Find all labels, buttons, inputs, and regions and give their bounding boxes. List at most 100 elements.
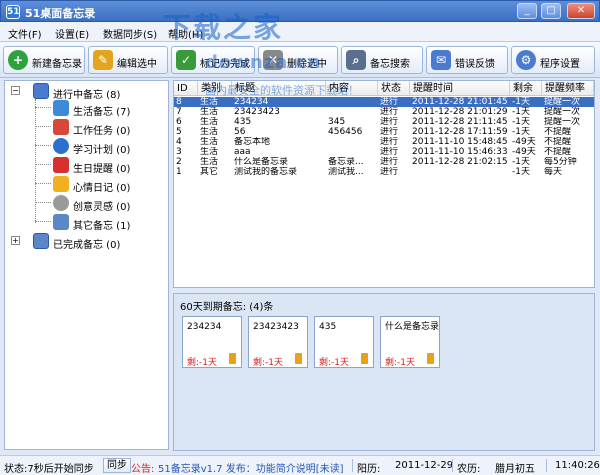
cell-left: -1天: [512, 157, 530, 167]
error-feedback-button[interactable]: ✉ 错误反馈: [426, 46, 508, 74]
cell-content: 测试我...: [328, 167, 364, 177]
cell-freq: 不提醒: [544, 127, 572, 137]
program-settings-button[interactable]: ⚙ 程序设置: [511, 46, 595, 74]
tree-item-idea[interactable]: 创意灵感 (0): [53, 195, 165, 213]
table-row[interactable]: 1 其它 测试我的备忘录 测试我... 进行 -1天 每天: [174, 167, 594, 177]
column-header-id[interactable]: ID: [174, 81, 198, 96]
table-row[interactable]: 4 生活 备忘本地 进行 2011-11-10 15:48:45 -49天 不提醒: [174, 137, 594, 147]
expand-icon[interactable]: +: [11, 236, 20, 245]
cell-left: -49天: [512, 137, 536, 147]
memo-search-button[interactable]: ⌕ 备忘搜索: [341, 46, 423, 74]
watermark-url: downza.cn: [205, 52, 322, 73]
feedback-icon: ✉: [431, 50, 451, 70]
watermark-slogan: 国内最安全的软件资源下载站！: [205, 84, 359, 97]
tree-item-work-label: 工作任务 (0): [73, 126, 131, 137]
announcement-link[interactable]: 51备忘录v1.7 发布：功能简介说明[未读]: [158, 460, 344, 475]
expiry-card-title: 435: [319, 322, 337, 332]
cell-freq: 提醒一次: [544, 107, 581, 117]
tree-item-work[interactable]: 工作任务 (0): [53, 119, 165, 137]
expiry-card[interactable]: 234234 剩:-1天: [182, 316, 242, 368]
lightning-icon: [53, 176, 69, 192]
tree-node-active-label: 进行中备忘 (8): [53, 90, 121, 101]
expiry-card[interactable]: 什么是备忘录 剩:-1天: [380, 316, 440, 368]
tree-item-birthday-label: 生日提醒 (0): [73, 164, 131, 175]
house-icon: [53, 100, 69, 116]
lunar-label: 农历:: [457, 464, 481, 475]
column-header-status[interactable]: 状态: [378, 81, 410, 96]
cell-cat: 生活: [200, 107, 219, 117]
expiry-card[interactable]: 23423423 剩:-1天: [248, 316, 308, 368]
tree-item-other-label: 其它备忘 (1): [73, 221, 131, 232]
check-icon: ✓: [176, 50, 196, 70]
cell-id: 1: [176, 167, 182, 177]
cell-cat: 其它: [200, 167, 219, 177]
cell-status: 进行: [380, 147, 399, 157]
expiry-card-remain: 剩:-1天: [253, 358, 284, 368]
edit-selected-label: 编辑选中: [117, 59, 157, 70]
minimize-button[interactable]: _: [517, 3, 537, 19]
expiry-card-remain: 剩:-1天: [187, 358, 218, 368]
tree-item-birthday[interactable]: 生日提醒 (0): [53, 157, 165, 175]
column-header-time[interactable]: 提醒时间: [410, 81, 510, 96]
expiry-card-title: 23423423: [253, 322, 299, 332]
menu-settings[interactable]: 设置(E): [55, 26, 89, 41]
tree-node-active[interactable]: − 进行中备忘 (8): [11, 83, 161, 101]
cell-cat: 生活: [200, 117, 219, 127]
expiry-card[interactable]: 435 剩:-1天: [314, 316, 374, 368]
phone-icon: [229, 353, 236, 364]
table-row[interactable]: 2 生活 什么是备忘录 备忘录... 进行 2011-12-28 21:02:15 -1天 每…: [174, 157, 594, 167]
table-row[interactable]: 8 生活 234234 进行 2011-12-28 21:01:45 -1天 提醒一次: [174, 97, 594, 107]
tree-item-life[interactable]: 生活备忘 (7): [53, 100, 165, 118]
edit-icon: ✎: [93, 50, 113, 70]
expiry-card-remain: 剩:-1天: [319, 358, 350, 368]
sync-button[interactable]: 同步: [103, 458, 131, 473]
cell-content: 345: [328, 117, 346, 127]
program-settings-label: 程序设置: [540, 59, 580, 70]
tree-node-done[interactable]: + 已完成备忘 (0): [11, 233, 161, 251]
table-row[interactable]: 6 生活 435 345 进行 2011-12-28 21:11:45 -1天 提醒一次: [174, 117, 594, 127]
tree-item-mood[interactable]: 心情日记 (0): [53, 176, 165, 194]
tree-item-study-label: 学习计划 (0): [73, 145, 131, 156]
window-title: 51桌面备忘录: [25, 7, 96, 20]
column-header-frequency[interactable]: 提醒频率: [542, 81, 594, 96]
expiry-card-title: 什么是备忘录: [385, 322, 440, 332]
column-header-remaining[interactable]: 剩余: [510, 81, 542, 96]
solar-date: 2011-12-29: [395, 460, 454, 471]
edit-selected-button[interactable]: ✎ 编辑选中: [88, 46, 168, 74]
add-icon: +: [8, 50, 28, 70]
cell-status: 进行: [380, 157, 399, 167]
cell-status: 进行: [380, 117, 399, 127]
cell-status: 进行: [380, 137, 399, 147]
cell-time: 2011-12-28 21:01:45: [412, 97, 508, 107]
table-row[interactable]: 3 生活 aaa 进行 2011-11-10 15:46:33 -49天 不提醒: [174, 147, 594, 157]
cell-time: 2011-12-28 21:01:29: [412, 107, 508, 117]
tree-item-other[interactable]: 其它备忘 (1): [53, 214, 165, 232]
cell-freq: 提醒一次: [544, 117, 581, 127]
sync-status: 状态:7秒后开始同步: [4, 464, 94, 475]
table-row[interactable]: 5 生活 56 456456 进行 2011-12-28 17:11:59 -1天 不提醒: [174, 127, 594, 137]
table-row[interactable]: 7 生活 23423423 进行 2011-12-28 21:01:29 -1天 提醒一次: [174, 107, 594, 117]
expiry-panel: 60天到期备忘: (4)条 234234 剩:-1天 23423423 剩:-1…: [173, 293, 595, 451]
cell-left: -1天: [512, 117, 530, 127]
cell-cat: 生活: [200, 137, 219, 147]
maximize-button[interactable]: □: [541, 3, 561, 19]
cell-title: 什么是备忘录: [234, 157, 289, 167]
cell-id: 4: [176, 137, 182, 147]
cell-left: -1天: [512, 107, 530, 117]
lunar-date: 腊月初五: [495, 464, 535, 475]
app-icon: 51: [6, 5, 20, 19]
gift-icon: [53, 157, 69, 173]
solar-label: 阳历:: [357, 464, 381, 475]
cell-freq: 提醒一次: [544, 97, 581, 107]
expiry-card-remain: 剩:-1天: [385, 358, 416, 368]
calendar-icon: [33, 83, 49, 99]
menu-data-sync[interactable]: 数据同步(S): [103, 26, 157, 41]
menu-file[interactable]: 文件(F): [8, 26, 42, 41]
tree-item-life-label: 生活备忘 (7): [73, 107, 131, 118]
collapse-icon[interactable]: −: [11, 86, 20, 95]
close-button[interactable]: ✕: [567, 3, 595, 19]
cell-freq: 每5分钟: [544, 157, 577, 167]
tree-item-study[interactable]: 学习计划 (0): [53, 138, 165, 156]
search-icon: ⌕: [346, 50, 366, 70]
new-memo-button[interactable]: + 新建备忘录: [3, 46, 85, 74]
